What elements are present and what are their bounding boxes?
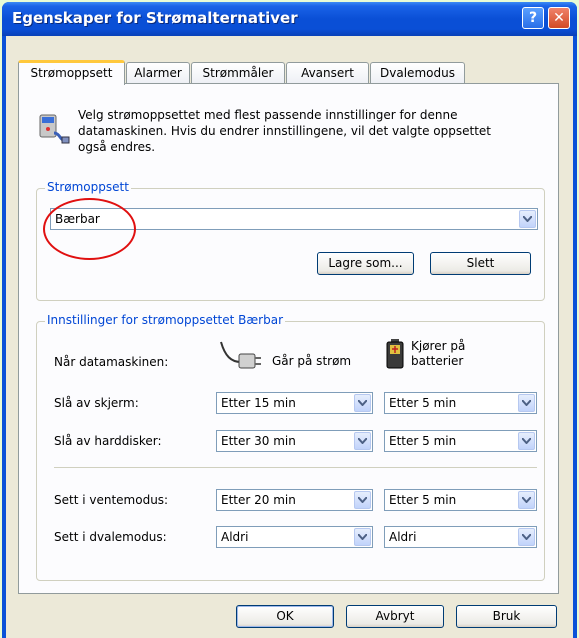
tab-power-schemes[interactable]: Strømoppsett — [18, 60, 125, 85]
monitor-battery-value: Etter 5 min — [389, 396, 457, 410]
chevron-down-icon[interactable] — [518, 432, 535, 450]
tab-hibernate[interactable]: Dvalemodus — [370, 62, 465, 83]
intro-text: Velg strømoppsettet med flest passende i… — [78, 108, 491, 154]
dialog-window: Egenskaper for Strømalternativer ? ✕ Str… — [2, 2, 577, 638]
tab-alarms[interactable]: Alarmer — [126, 62, 190, 83]
save-as-button[interactable]: Lagre som... — [317, 252, 414, 275]
power-options-icon — [39, 114, 70, 144]
delete-button[interactable]: Slett — [430, 252, 531, 275]
standby-battery-value: Etter 5 min — [389, 493, 457, 507]
chevron-down-icon[interactable] — [518, 491, 535, 509]
settings-divider — [54, 467, 537, 468]
title-bar[interactable]: Egenskaper for Strømalternativer ? ✕ — [2, 2, 577, 36]
annotation-circle — [43, 198, 136, 260]
standby-battery-select[interactable]: Etter 5 min — [384, 489, 537, 511]
apply-button[interactable]: Bruk — [456, 605, 557, 628]
tab-power-meter[interactable]: Strømmåler — [191, 62, 285, 83]
chevron-down-icon[interactable] — [518, 528, 535, 546]
hard-disks-plugged-select[interactable]: Etter 30 min — [216, 430, 373, 452]
chevron-down-icon[interactable] — [518, 394, 535, 412]
power-scheme-group-label: Strømoppsett — [45, 180, 131, 194]
hibernate-plugged-value: Aldri — [221, 530, 249, 544]
monitor-battery-select[interactable]: Etter 5 min — [384, 392, 537, 414]
when-computer-label: Når datamaskinen: — [54, 355, 169, 369]
standby-plugged-value: Etter 20 min — [221, 493, 296, 507]
hard-disks-battery-select[interactable]: Etter 5 min — [384, 430, 537, 452]
hard-disks-plugged-value: Etter 30 min — [221, 434, 296, 448]
hibernate-label: Sett i dvalemodus: — [54, 530, 167, 544]
monitor-plugged-value: Etter 15 min — [221, 396, 296, 410]
close-button[interactable]: ✕ — [548, 7, 570, 29]
turn-off-hard-disks-label: Slå av harddisker: — [54, 434, 162, 448]
chevron-down-icon[interactable] — [354, 432, 371, 450]
chevron-down-icon[interactable] — [519, 210, 536, 228]
standby-plugged-select[interactable]: Etter 20 min — [216, 489, 373, 511]
scheme-settings-group-label: Innstillinger for strømoppsettet Bærbar — [45, 313, 286, 327]
cancel-button[interactable]: Avbryt — [346, 605, 444, 628]
monitor-plugged-select[interactable]: Etter 15 min — [216, 392, 373, 414]
window-title: Egenskaper for Strømalternativer — [12, 9, 298, 27]
on-battery-label: Kjører på batterier — [411, 339, 466, 368]
turn-off-monitor-label: Slå av skjerm: — [54, 396, 139, 410]
tab-advanced[interactable]: Avansert — [286, 62, 369, 83]
power-plug-icon — [220, 341, 261, 369]
chevron-down-icon[interactable] — [354, 491, 371, 509]
dialog-client-area: Strømoppsett Alarmer Strømmåler Avansert… — [6, 36, 573, 638]
hard-disks-battery-value: Etter 5 min — [389, 434, 457, 448]
ok-button[interactable]: OK — [236, 605, 334, 628]
chevron-down-icon[interactable] — [354, 394, 371, 412]
standby-label: Sett i ventemodus: — [54, 493, 169, 507]
hibernate-battery-value: Aldri — [389, 530, 417, 544]
hibernate-battery-select[interactable]: Aldri — [384, 526, 537, 548]
help-button[interactable]: ? — [522, 7, 544, 29]
battery-icon — [386, 339, 404, 369]
plugged-in-label: Går på strøm — [272, 354, 352, 368]
chevron-down-icon[interactable] — [354, 528, 371, 546]
hibernate-plugged-select[interactable]: Aldri — [216, 526, 373, 548]
